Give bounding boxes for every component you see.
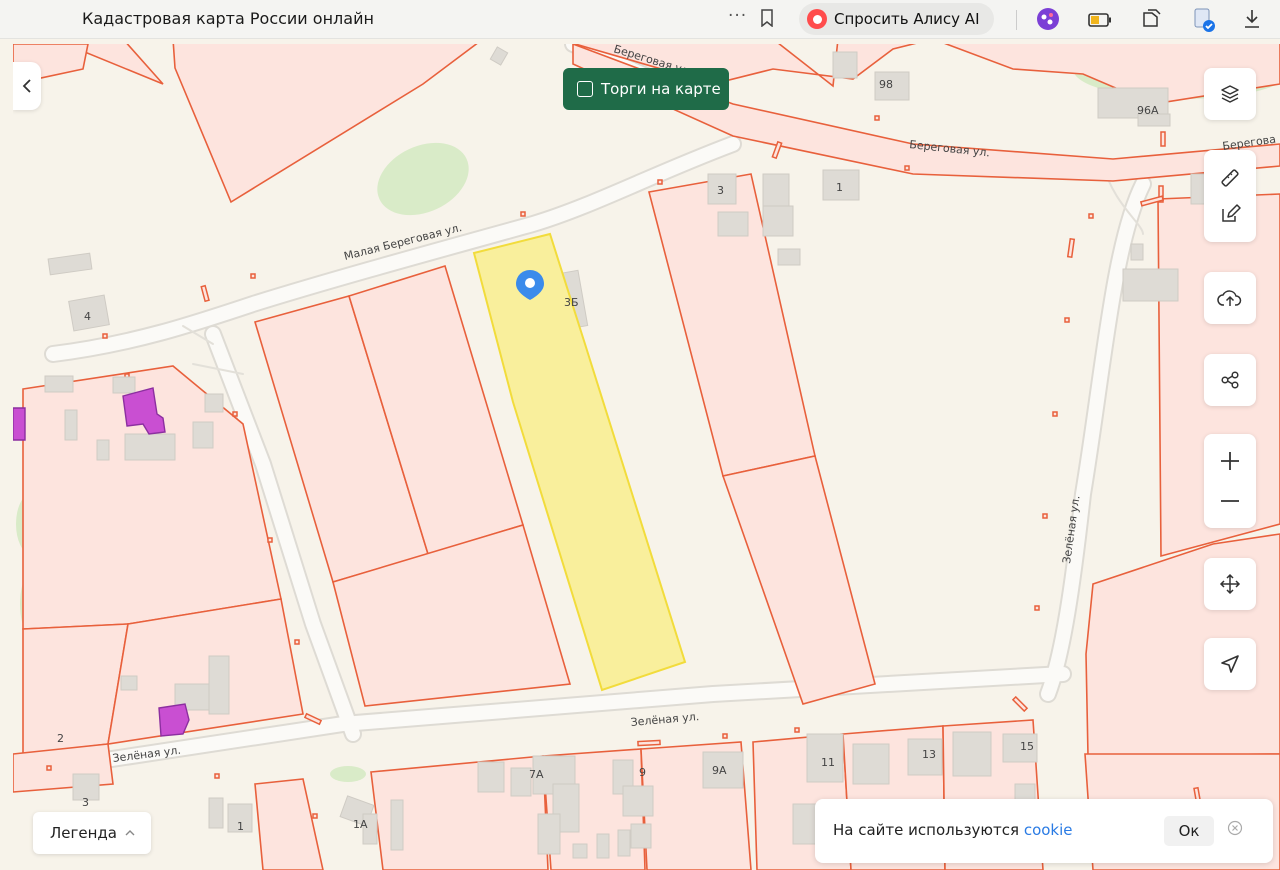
share-icon (1221, 371, 1239, 389)
house-number: 96А (1137, 104, 1159, 117)
page-title: Кадастровая карта России онлайн (82, 9, 374, 28)
cookie-banner: На сайте используются cookie Ок (815, 799, 1273, 863)
alice-icon (807, 9, 827, 29)
house-number: 4 (84, 310, 91, 323)
zoom-out-icon[interactable] (1219, 490, 1241, 512)
edit-icon[interactable] (1219, 203, 1241, 225)
extension-icon[interactable] (1036, 7, 1060, 35)
zoom-controls (1204, 434, 1256, 528)
toolbar-separator (1016, 10, 1017, 30)
house-number: 9А (712, 764, 727, 777)
browser-top-bar: Кадастровая карта России онлайн ··· Спро… (0, 0, 1280, 39)
house-number: 1 (836, 181, 843, 194)
ask-alice-button[interactable]: Спросить Алису AI (799, 3, 994, 35)
pan-button[interactable] (1204, 558, 1256, 610)
tabs-icon[interactable] (1140, 8, 1162, 34)
cookie-link[interactable]: cookie (1024, 821, 1073, 839)
street-label-zelenaya-right: Зелёная ул. (630, 710, 700, 729)
more-menu-icon[interactable]: ··· (728, 6, 747, 26)
house-number: 1А (353, 818, 368, 831)
torgi-checkbox[interactable] (577, 81, 593, 97)
move-icon (1219, 573, 1241, 595)
cookie-message: На сайте используются (833, 821, 1024, 839)
share-button[interactable] (1204, 354, 1256, 406)
house-number: 11 (821, 756, 835, 769)
cookie-text: На сайте используются cookie (833, 821, 1073, 839)
close-icon[interactable] (1227, 820, 1243, 836)
zoom-in-icon[interactable] (1219, 450, 1241, 472)
cookie-ok-button[interactable]: Ок (1164, 816, 1214, 846)
my-location-button[interactable] (1204, 638, 1256, 690)
cloud-upload-icon (1217, 290, 1242, 306)
downloads-status-icon[interactable] (1193, 7, 1217, 37)
layers-icon (1221, 85, 1239, 103)
download-icon[interactable] (1243, 9, 1261, 33)
house-number: 3Б (564, 296, 579, 309)
measure-draw-group (1204, 150, 1256, 242)
torgi-label: Торги на карте (601, 80, 721, 98)
legend-button[interactable]: Легенда (33, 812, 151, 854)
chevron-up-icon (125, 830, 135, 836)
collapse-panel-button[interactable] (13, 62, 41, 110)
house-number: 2 (57, 732, 64, 745)
torgi-toggle-button[interactable]: Торги на карте (563, 68, 729, 110)
house-number: 15 (1020, 740, 1034, 753)
navigation-arrow-icon (1221, 655, 1239, 673)
house-number: 7А (529, 768, 544, 781)
house-number: 9 (639, 766, 646, 779)
house-number: 98 (879, 78, 893, 91)
ask-alice-label: Спросить Алису AI (834, 10, 980, 28)
battery-icon[interactable] (1088, 12, 1112, 31)
house-number: 1 (237, 820, 244, 833)
map-canvas[interactable]: Малая Береговая ул. Береговая ул. Берего… (13, 44, 1280, 870)
house-number: 13 (922, 748, 936, 761)
layers-button[interactable] (1204, 68, 1256, 120)
legend-label: Легенда (50, 824, 117, 842)
upload-button[interactable] (1204, 272, 1256, 324)
house-number: 3 (82, 796, 89, 809)
bookmark-icon[interactable] (760, 9, 774, 31)
ruler-icon[interactable] (1219, 167, 1241, 189)
chevron-left-icon (22, 79, 31, 93)
cadastral-map[interactable]: Малая Береговая ул. Береговая ул. Берего… (13, 44, 1280, 870)
house-number: 3 (717, 184, 724, 197)
